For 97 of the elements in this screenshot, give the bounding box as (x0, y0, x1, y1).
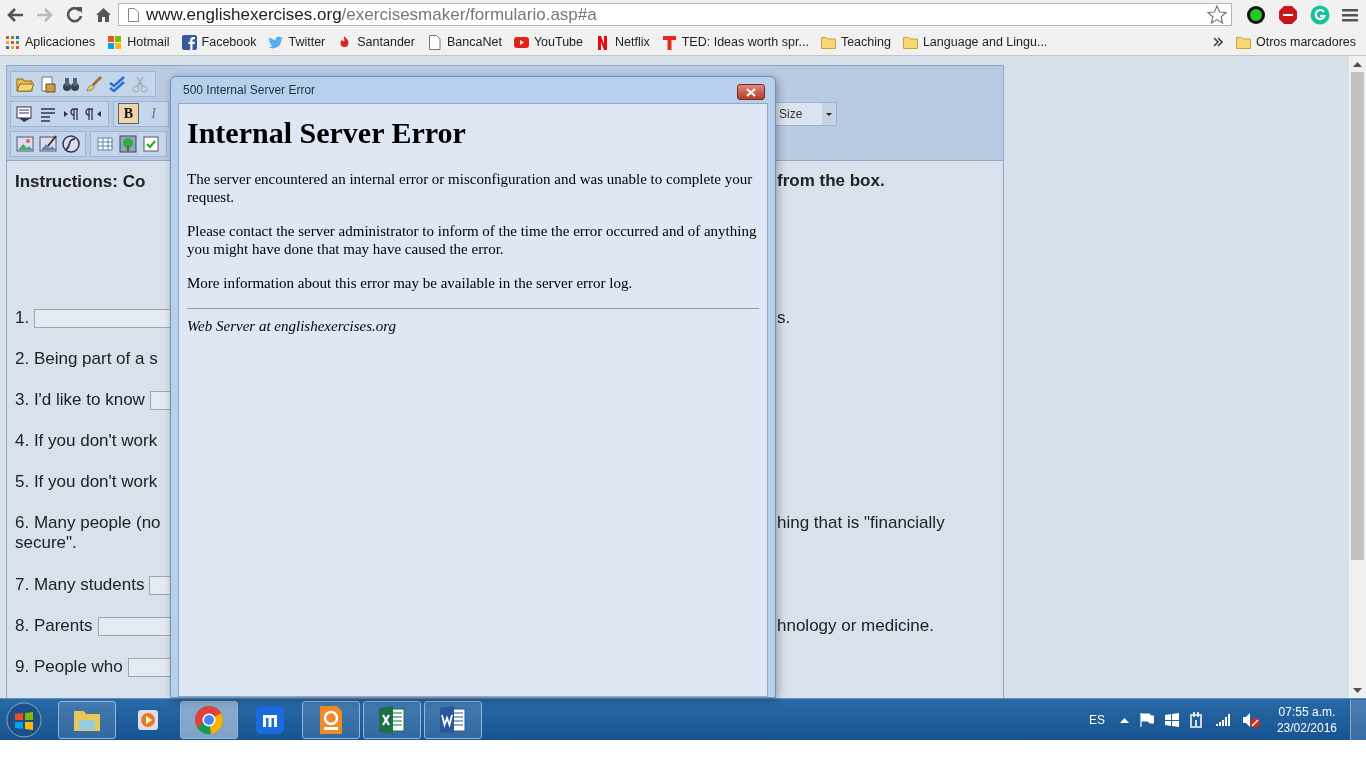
word-processor-icon (437, 703, 469, 736)
start-orb-icon[interactable] (6, 701, 42, 738)
tree-picture-icon[interactable] (119, 134, 137, 153)
language-indicator[interactable]: ES (1088, 712, 1105, 727)
home-icon[interactable] (95, 6, 112, 23)
bookmark[interactable]: Santander (336, 34, 419, 50)
scroll-up-icon[interactable] (1353, 61, 1362, 67)
power-plug-icon[interactable] (1189, 711, 1204, 728)
question-text: 5. If you don't work (15, 472, 158, 492)
star-icon[interactable] (1207, 5, 1227, 24)
document-icon[interactable] (39, 74, 57, 93)
taskbar-button[interactable] (302, 700, 360, 739)
scroll-thumb[interactable] (1351, 72, 1364, 560)
server-signature: Web Server at englishexercises.org (187, 318, 398, 335)
question-text: 8. Parents (15, 616, 93, 636)
bookmark[interactable]: Aplicaciones (4, 34, 100, 50)
answer-field[interactable] (149, 575, 171, 595)
checkbox-icon[interactable] (142, 134, 160, 153)
question-text: 9. People who (15, 657, 123, 677)
play-icon (513, 34, 529, 50)
bookmark[interactable]: BancaNet (425, 34, 506, 50)
question-text: hnology or medicine. (777, 616, 934, 636)
instructions-text: Instructions: Co (15, 171, 147, 193)
windows-logo-icon (107, 34, 123, 50)
question-text: 4. If you don't work (15, 431, 158, 451)
taskbar-button[interactable] (58, 700, 116, 739)
question-text: 6. Many people (no (15, 513, 161, 533)
scrollbar[interactable] (1348, 56, 1366, 698)
question-text: hing that is "financially (777, 513, 945, 533)
question-text: 1. (15, 308, 30, 328)
flash-icon[interactable] (62, 134, 80, 153)
bookmark[interactable]: TED: Ideas worth spr... (660, 34, 813, 50)
answer-field[interactable] (97, 616, 171, 636)
taskbar-button[interactable] (180, 700, 238, 739)
date-text: 23/02/2016 (1276, 719, 1337, 736)
taskbar-button[interactable] (424, 700, 482, 739)
format-button[interactable]: B (118, 103, 139, 124)
menu-icon[interactable] (1342, 7, 1358, 22)
instructions-text: from the box. (777, 171, 885, 192)
question-text: s. (777, 308, 791, 328)
close-button[interactable] (737, 84, 765, 100)
stop-sign-icon[interactable] (1278, 4, 1298, 25)
status-light-icon[interactable] (1246, 4, 1266, 25)
bookmark[interactable]: Otros marcadores (1234, 34, 1360, 50)
dialog-title: 500 Internal Server Error (182, 83, 316, 97)
bird-icon (268, 34, 284, 50)
close-icon (746, 87, 756, 97)
bookmark[interactable]: Facebook (180, 34, 261, 50)
n-logo-icon (595, 34, 610, 50)
edit-image-icon[interactable] (39, 134, 57, 153)
url-text: www.englishexercises.org/exercisesmaker/formulario.asp#a (146, 4, 597, 25)
maxthon-icon (254, 703, 286, 736)
error-message: More information about this error may be available in the server error log. (187, 274, 634, 292)
table-icon[interactable] (96, 134, 114, 153)
image-icon[interactable] (16, 134, 34, 153)
bookmark[interactable]: Hotmail (106, 34, 174, 50)
question-text: 7. Many students (15, 575, 145, 595)
address-bar[interactable]: www.englishexercises.org/exercisesmaker/formulario.asp#a (118, 3, 1232, 26)
text-block-icon[interactable] (16, 104, 34, 123)
bookmark[interactable]: YouTube (512, 34, 587, 50)
answer-field[interactable] (34, 308, 171, 328)
time-text: 07:55 a.m. (1278, 703, 1336, 720)
up-arrow-icon[interactable] (1119, 716, 1129, 723)
brush-icon[interactable] (85, 74, 103, 93)
bookmark[interactable]: Teaching (819, 34, 895, 50)
folder-icon (820, 34, 836, 50)
bookmark[interactable]: Netflix (594, 34, 654, 50)
t-logo-icon (661, 34, 677, 50)
facebook-icon (181, 34, 197, 50)
answer-field[interactable] (127, 657, 171, 677)
spellcheck-icon[interactable] (108, 74, 126, 93)
scroll-down-icon[interactable] (1353, 687, 1362, 693)
answer-field[interactable] (149, 390, 171, 410)
error-heading: Internal Server Error (187, 116, 467, 150)
back-icon[interactable] (6, 6, 24, 23)
taskbar-button[interactable] (363, 700, 421, 739)
folder-icon (1235, 34, 1251, 50)
chevron-icon[interactable] (1212, 37, 1223, 47)
signal-bars-icon[interactable] (1214, 713, 1231, 726)
error-message: The server encountered an internal error or misconfiguration and was unable to complete your request. (187, 170, 754, 206)
flag-icon[interactable] (1139, 712, 1154, 727)
question-text: secure". (15, 533, 78, 554)
folder-icon (902, 34, 918, 50)
bookmark[interactable]: Language and Lingu... (901, 34, 1052, 50)
bookmark[interactable]: Twitter (267, 34, 330, 50)
windows-logo-icon[interactable] (1164, 712, 1179, 727)
apps-grid-icon (5, 34, 20, 50)
reload-icon[interactable] (66, 6, 83, 23)
chrome-icon (193, 703, 225, 736)
page-icon (426, 34, 442, 50)
size-dropdown[interactable]: Size (775, 101, 837, 126)
page-icon (128, 7, 139, 22)
speaker-muted-icon[interactable] (1241, 711, 1260, 728)
question-text: 3. I'd like to know (15, 390, 145, 410)
spreadsheet-icon (376, 703, 408, 736)
error-message: Please contact the server administrator to inform of the time the error occurred and of anything you might have done that may have caused the error. (187, 222, 758, 258)
question-text: 2. Being part of a s (15, 349, 158, 369)
